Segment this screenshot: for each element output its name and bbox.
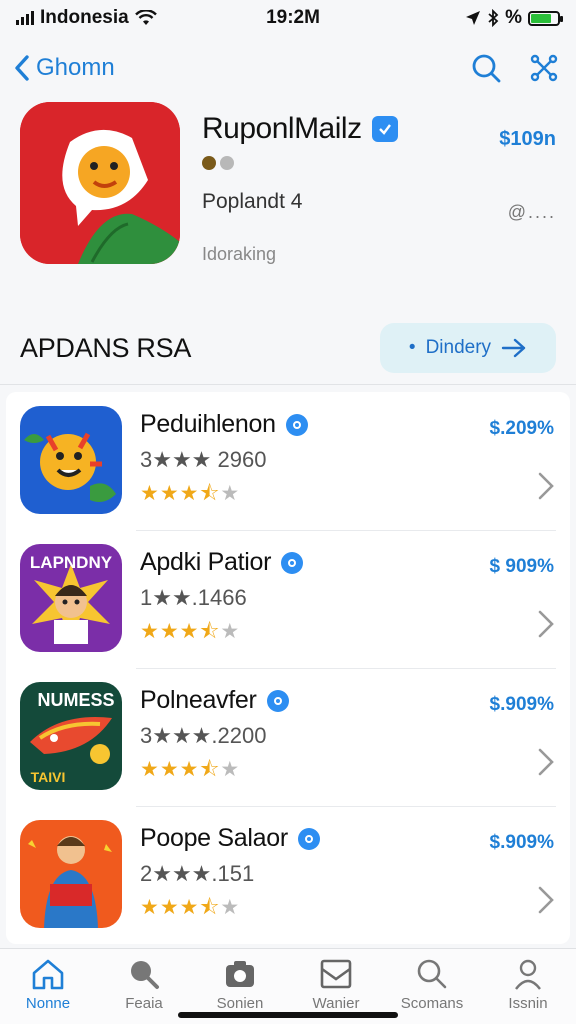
app-icon-text: LAPNDNY xyxy=(30,553,113,572)
section-header: APDANS RSA • Dindery xyxy=(0,318,576,378)
app-meta: 1★★.1466 xyxy=(140,585,247,610)
discovery-button[interactable]: • Dindery xyxy=(380,323,556,373)
location-icon xyxy=(466,11,481,25)
app-title: Apdki Patior xyxy=(140,548,272,576)
home-indicator xyxy=(178,1012,398,1018)
status-bar: Indonesia 19:2M % xyxy=(0,0,576,36)
list-item[interactable]: NUMESS TAIVI Polneavfer 3★★★.2200 ★★★⯪★ … xyxy=(6,668,570,806)
featured-app-icon xyxy=(20,102,180,264)
app-meta: 3★★★.2200 xyxy=(140,723,267,748)
discovery-button-label: Dindery xyxy=(425,337,492,358)
verified-icon xyxy=(297,827,320,850)
app-title: Polneavfer xyxy=(140,686,257,714)
app-meta: 3★★★ 2960 xyxy=(140,447,267,472)
bluetooth-icon xyxy=(488,9,499,27)
featured-app-title: RuponlMailz xyxy=(202,112,362,145)
back-label: Ghomn xyxy=(36,54,115,81)
bullet-icon: • xyxy=(408,337,416,358)
tab-label: Issnin xyxy=(508,995,548,1012)
app-price[interactable]: $.909% xyxy=(490,832,554,854)
verified-icon xyxy=(281,551,304,574)
star-rating: ★★★⯪★ xyxy=(140,758,241,781)
section-title: APDANS RSA xyxy=(20,332,192,363)
tab-bar: Nonne Feaia Sonien Wanier Scomans Issnin xyxy=(0,948,576,1024)
app-icon-text: TAIVI xyxy=(31,769,66,785)
tab-scan[interactable]: Scomans xyxy=(384,949,480,1024)
search-button[interactable] xyxy=(466,48,506,88)
page-dots xyxy=(202,156,556,170)
share-icon xyxy=(530,54,558,82)
chevron-right-icon[interactable] xyxy=(536,884,556,916)
home-icon xyxy=(32,959,64,990)
wifi-icon xyxy=(134,10,157,25)
chevron-left-icon xyxy=(15,55,29,81)
tab-label: Scomans xyxy=(400,995,464,1012)
star-rating: ★★★⯪★ xyxy=(140,620,241,643)
tab-profile[interactable]: Issnin xyxy=(480,949,576,1024)
signal-icon xyxy=(16,11,34,25)
featured-app-price[interactable]: $109n xyxy=(499,128,556,151)
chevron-right-icon[interactable] xyxy=(536,470,556,502)
verified-icon xyxy=(266,689,289,712)
tab-label: Nonne xyxy=(25,995,71,1012)
app-title: Peduihlenon xyxy=(140,410,276,438)
app-title: Poope Salaor xyxy=(140,824,288,852)
chevron-right-icon[interactable] xyxy=(536,608,556,640)
tab-label: Sonien xyxy=(216,995,264,1012)
list-item[interactable]: LAPNDNY Apdki Patior 1★★.1466 ★★★⯪★ $ 90… xyxy=(6,530,570,668)
app-icon xyxy=(20,820,122,928)
featured-app[interactable]: RuponlMailz $109n Poplandt 4 @.... Idora… xyxy=(0,102,576,302)
battery-percent: % xyxy=(505,7,522,28)
app-meta: 2★★★.151 xyxy=(140,861,255,886)
divider xyxy=(0,384,576,385)
person-icon xyxy=(515,959,541,990)
app-price[interactable]: $.909% xyxy=(490,694,554,716)
app-icon xyxy=(20,406,122,514)
nav-bar: Ghomn xyxy=(0,40,576,96)
camera-icon xyxy=(226,961,254,987)
app-price[interactable]: $.209% xyxy=(490,418,554,440)
search-icon xyxy=(131,961,159,989)
arrow-right-icon xyxy=(501,338,526,358)
list-item[interactable]: Poope Salaor 2★★★.151 ★★★⯪★ $.909% xyxy=(6,806,570,944)
featured-app-status: Idoraking xyxy=(202,244,277,264)
app-icon-text: NUMESS xyxy=(37,690,114,710)
inbox-icon xyxy=(320,959,352,989)
list-item[interactable]: Peduihlenon 3★★★ 2960 ★★★⯪★ $.209% xyxy=(6,392,570,530)
star-rating: ★★★⯪★ xyxy=(140,482,241,505)
battery-icon xyxy=(528,10,563,26)
star-rating: ★★★⯪★ xyxy=(140,896,241,919)
verified-icon xyxy=(371,116,398,142)
chevron-right-icon[interactable] xyxy=(536,746,556,778)
magnifier-icon xyxy=(417,959,447,989)
clock: 19:2M xyxy=(266,7,320,28)
featured-app-subtitle: Poplandt 4 xyxy=(202,190,303,213)
verified-icon xyxy=(285,413,308,436)
more-options-button[interactable]: @.... xyxy=(508,202,556,223)
back-button[interactable]: Ghomn xyxy=(12,54,115,82)
carrier-label: Indonesia xyxy=(40,7,129,28)
tab-label: Feaia xyxy=(125,995,163,1012)
share-button[interactable] xyxy=(524,48,564,88)
tab-home[interactable]: Nonne xyxy=(0,949,96,1024)
search-icon xyxy=(472,54,501,83)
app-icon: LAPNDNY xyxy=(20,544,122,652)
app-icon: NUMESS TAIVI xyxy=(20,682,122,790)
app-price[interactable]: $ 909% xyxy=(490,556,554,578)
app-list: Peduihlenon 3★★★ 2960 ★★★⯪★ $.209% LAPND… xyxy=(6,392,570,944)
tab-label: Wanier xyxy=(312,995,360,1012)
